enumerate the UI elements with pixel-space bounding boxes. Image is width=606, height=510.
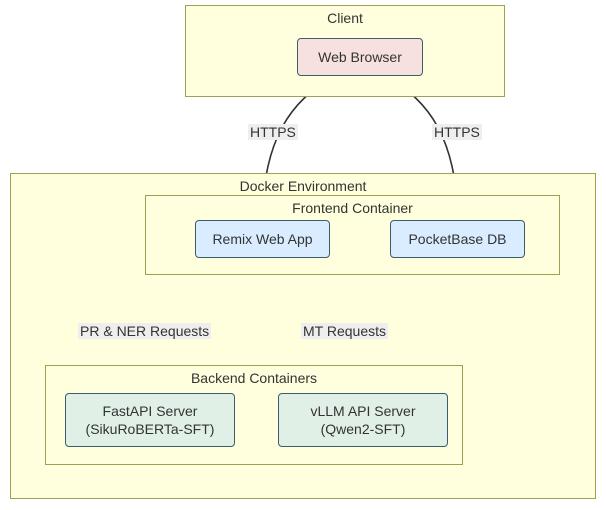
edge-label-https-left: HTTPS (248, 124, 298, 140)
node-vllm: vLLM API Server (Qwen2-SFT) (278, 393, 448, 447)
node-fastapi-line1: FastAPI Server (72, 402, 228, 420)
node-vllm-line2: (Qwen2-SFT) (285, 420, 441, 438)
node-web-browser-label: Web Browser (304, 48, 416, 66)
node-vllm-line1: vLLM API Server (285, 402, 441, 420)
edge-label-mt: MT Requests (301, 323, 388, 339)
cluster-frontend-title: Frontend Container (146, 200, 559, 216)
cluster-docker-title: Docker Environment (11, 178, 595, 194)
node-remix-label: Remix Web App (202, 230, 323, 248)
node-remix: Remix Web App (195, 220, 330, 258)
node-pocketbase-label: PocketBase DB (397, 230, 518, 248)
node-pocketbase: PocketBase DB (390, 220, 525, 258)
edge-label-pr-ner: PR & NER Requests (78, 323, 211, 339)
architecture-diagram: Client Web Browser Docker Environment Fr… (0, 0, 606, 510)
node-web-browser: Web Browser (297, 38, 423, 76)
cluster-backend-title: Backend Containers (46, 370, 462, 386)
edge-label-https-right: HTTPS (432, 124, 482, 140)
node-fastapi-line2: (SikuRoBERTa-SFT) (72, 420, 228, 438)
cluster-client-title: Client (186, 10, 504, 26)
node-fastapi: FastAPI Server (SikuRoBERTa-SFT) (65, 393, 235, 447)
